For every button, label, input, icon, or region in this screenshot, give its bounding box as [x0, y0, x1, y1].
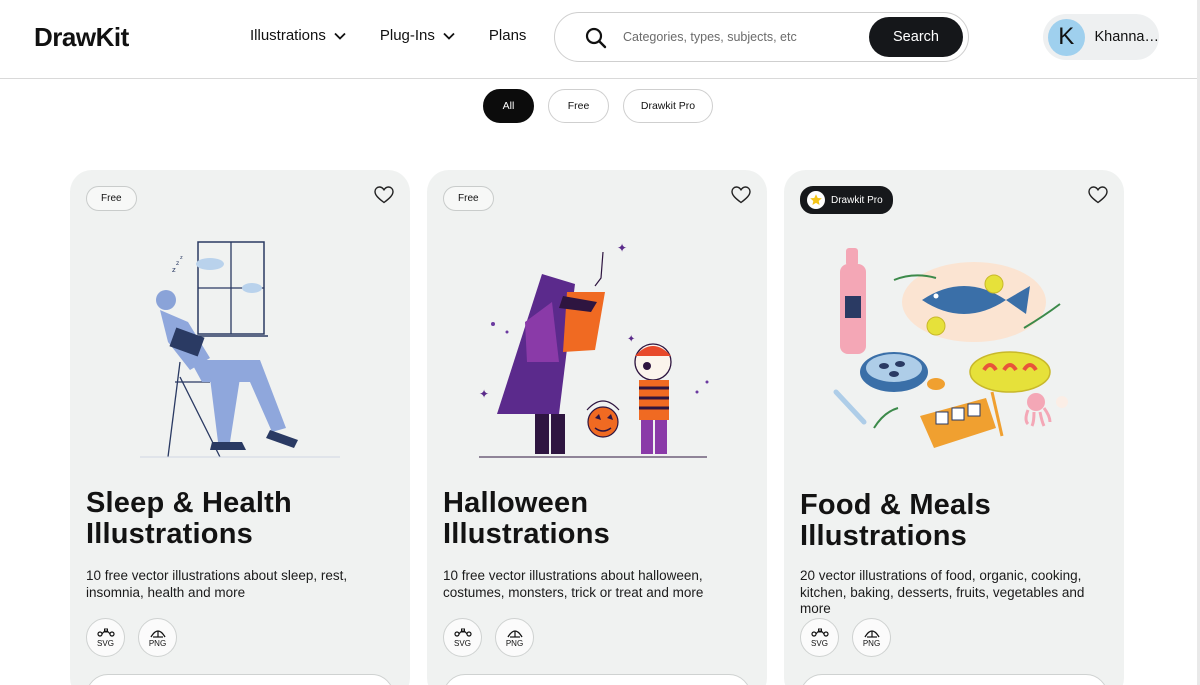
filter-all[interactable]: All: [483, 89, 534, 123]
png-format-label: PNG: [862, 639, 881, 648]
svg-format-button[interactable]: SVG: [443, 618, 482, 657]
nav-plans-label: Plans: [488, 27, 527, 44]
sleeping-person-illustration: z z z: [140, 241, 340, 458]
card-description: 10 free vector illustrations about hallo…: [443, 568, 704, 600]
collection-card-sleep-health[interactable]: Free z z z Sleep & Health Illustrations …: [70, 170, 410, 685]
user-menu[interactable]: K Khanna…: [1043, 14, 1159, 60]
png-format-button[interactable]: PNG: [495, 618, 534, 657]
halloween-costume-illustration: ✦ ✦ ✦: [479, 241, 709, 458]
image-icon: [506, 630, 523, 638]
heart-icon[interactable]: [1088, 186, 1108, 204]
nav-plug-ins-label: Plug-Ins: [379, 27, 435, 44]
collection-card-halloween[interactable]: Free ✦ ✦ ✦ Halloween Illustrations 10 fr…: [427, 170, 767, 685]
image-icon: [149, 630, 166, 638]
filter-free[interactable]: Free: [548, 89, 609, 123]
vector-pen-icon: [96, 628, 115, 637]
main-nav: Illustrations Plug-Ins Plans: [250, 27, 560, 44]
nav-plug-ins[interactable]: Plug-Ins: [380, 27, 455, 44]
free-badge: Free: [86, 186, 137, 211]
food-meals-illustration: [833, 248, 1068, 448]
vector-pen-icon: [453, 628, 472, 637]
nav-illustrations-label: Illustrations: [250, 27, 326, 44]
vector-pen-icon: [810, 628, 829, 637]
top-header: DrawKit Illustrations Plug-Ins Plans Sea…: [0, 0, 1197, 79]
heart-icon[interactable]: [731, 186, 751, 204]
card-description: 20 vector illustrations of food, organic…: [800, 568, 1085, 616]
card-description: 10 free vector illustrations about sleep…: [86, 568, 348, 600]
card-title[interactable]: Food & Meals Illustrations: [800, 490, 1110, 552]
drawkit-logo[interactable]: DrawKit: [34, 22, 129, 53]
collection-card-food-meals[interactable]: Drawkit Pro Food & Meals Illustrations 2…: [784, 170, 1124, 685]
svg-format-label: SVG: [811, 638, 828, 648]
nav-illustrations[interactable]: Illustrations: [250, 27, 346, 44]
filter-bar: All Free Drawkit Pro: [483, 89, 727, 123]
search-input[interactable]: [623, 26, 853, 48]
card-action-button[interactable]: [443, 674, 751, 685]
chevron-down-icon: [443, 32, 455, 40]
svg-format-label: SVG: [97, 638, 114, 648]
svg-text:✦: ✦: [627, 334, 635, 345]
drawkit-pro-badge-label: Drawkit Pro: [831, 194, 883, 206]
svg-format-button[interactable]: SVG: [800, 618, 839, 657]
svg-format-label: SVG: [454, 638, 471, 648]
nav-plans[interactable]: Plans: [489, 27, 527, 44]
search-bar: Search: [554, 12, 969, 62]
chevron-down-icon: [334, 32, 346, 40]
svg-format-button[interactable]: SVG: [86, 618, 125, 657]
heart-icon[interactable]: [374, 186, 394, 204]
png-format-button[interactable]: PNG: [852, 618, 891, 657]
drawkit-pro-badge: Drawkit Pro: [800, 186, 893, 214]
svg-text:z: z: [172, 266, 176, 274]
svg-text:✦: ✦: [479, 387, 489, 401]
svg-text:✦: ✦: [617, 241, 627, 255]
avatar: K: [1048, 18, 1085, 56]
card-title[interactable]: Halloween Illustrations: [443, 488, 753, 550]
image-icon: [863, 630, 880, 638]
filter-drawkit-pro[interactable]: Drawkit Pro: [623, 89, 713, 123]
png-format-button[interactable]: PNG: [138, 618, 177, 657]
png-format-label: PNG: [148, 639, 167, 648]
card-title[interactable]: Sleep & Health Illustrations: [86, 488, 396, 550]
search-button[interactable]: Search: [869, 17, 963, 57]
png-format-label: PNG: [505, 639, 524, 648]
svg-text:z: z: [180, 255, 183, 261]
card-action-button[interactable]: [800, 674, 1108, 685]
star-icon: [807, 191, 825, 209]
card-action-button[interactable]: [86, 674, 394, 685]
svg-text:z: z: [176, 260, 179, 267]
search-icon[interactable]: [585, 27, 607, 49]
free-badge: Free: [443, 186, 494, 211]
user-name: Khanna…: [1094, 29, 1160, 45]
